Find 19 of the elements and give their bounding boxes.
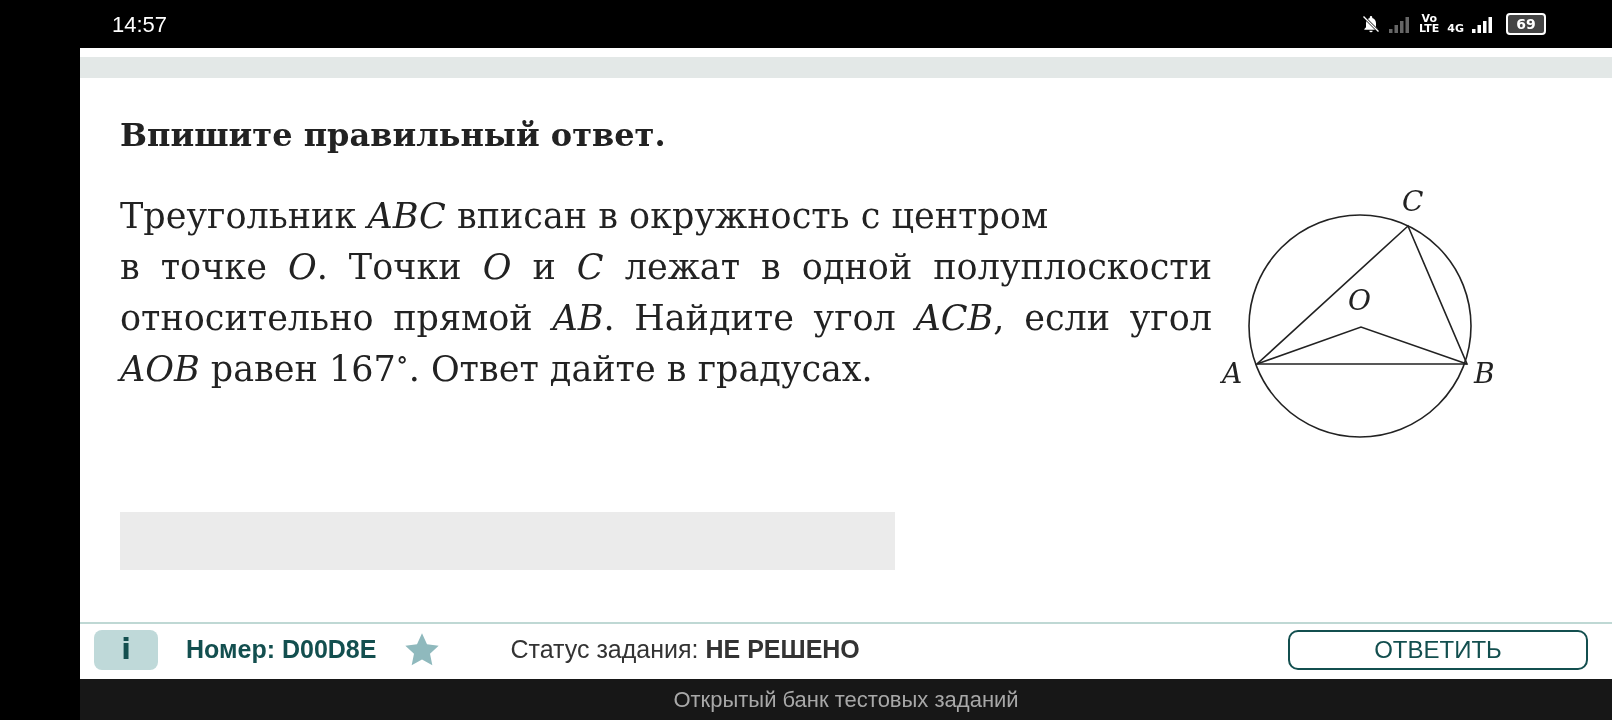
problem-text: Треугольник ABC вписан в окружность с центром <box>120 195 1050 238</box>
bell-off-icon <box>1361 14 1382 34</box>
network-label: LTE <box>1419 24 1440 34</box>
info-button[interactable]: i <box>94 630 158 670</box>
battery-indicator: 69 <box>1506 13 1546 35</box>
point-label: B <box>1474 357 1495 390</box>
task-number: Номер: D00D8E <box>186 634 377 666</box>
point-label: O <box>1348 284 1371 317</box>
network-type: 4G <box>1447 20 1464 37</box>
network-label: Vo <box>1421 14 1437 24</box>
signal-icon <box>1389 15 1412 33</box>
signal-icon <box>1472 15 1494 33</box>
point-label: C <box>1402 185 1424 218</box>
clock-time: 14:57 <box>112 10 168 39</box>
app-name-toast: Открытый банк тестовых заданий <box>80 679 1612 720</box>
instruction-heading: Впишите правильный ответ. <box>120 115 667 156</box>
submit-button[interactable]: ОТВЕТИТЬ <box>1288 630 1588 670</box>
point-label: A <box>1222 357 1243 390</box>
task-status: Статус задания: НЕ РЕШЕНО <box>510 634 860 666</box>
